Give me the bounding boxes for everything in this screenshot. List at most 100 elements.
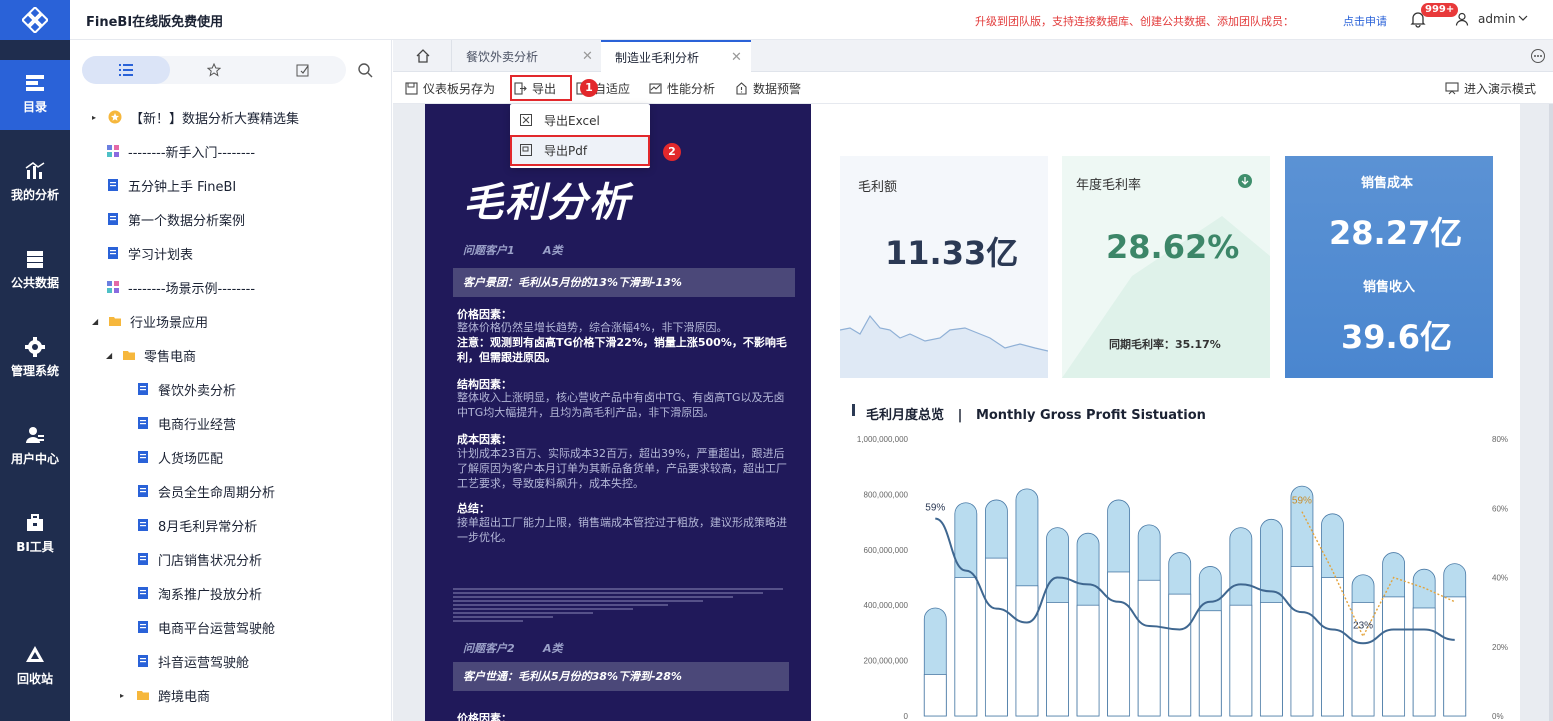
tab-manufacturing-gross-profit[interactable]: 制造业毛利分析 ✕	[601, 40, 751, 72]
tree-item[interactable]: --------新手入门--------	[106, 134, 255, 168]
save-as-button[interactable]: 仪表板另存为	[405, 80, 495, 97]
nav-user-center[interactable]: 用户中心	[0, 412, 70, 482]
tree-item-label: 跨境电商	[158, 689, 211, 705]
document-icon	[138, 553, 148, 565]
toolbox-icon	[27, 514, 43, 531]
top-bar: FineBI在线版免费使用 升级到团队版，支持连接数据库、创建公共数据、添加团队…	[0, 0, 1553, 40]
tree-item[interactable]: 电商平台运营驾驶舱	[136, 610, 275, 644]
edit-box-icon[interactable]	[296, 63, 310, 77]
tree-item[interactable]: ◢ 行业场景应用	[92, 304, 208, 338]
home-icon[interactable]	[415, 48, 431, 64]
kpi-gross-profit-card: 毛利额 11.33亿	[840, 156, 1048, 378]
vertical-scrollbar[interactable]	[1549, 104, 1553, 721]
tree-item-label: 抖音运营驾驶舱	[158, 655, 250, 671]
y2-tick-label: 40%	[1492, 574, 1508, 583]
bar-inner	[1443, 596, 1467, 717]
nav-bi-tools[interactable]: BI工具	[0, 500, 70, 570]
tab-restaurant-analysis[interactable]: 餐饮外卖分析 ✕	[451, 40, 601, 72]
tree-item[interactable]: 淘系推广投放分析	[136, 576, 262, 610]
nav-label: BI工具	[16, 540, 54, 554]
close-icon[interactable]: ✕	[582, 49, 593, 64]
catalog-icon	[26, 75, 44, 91]
tree-item[interactable]: 学习计划表	[106, 236, 193, 270]
tree-item[interactable]: 抖音运营驾驶舱	[136, 644, 249, 678]
user-icon[interactable]	[1455, 12, 1469, 26]
app-title: FineBI在线版免费使用	[86, 15, 224, 30]
recycle-icon	[26, 646, 44, 662]
y-tick-label: 400,000,000	[864, 601, 909, 610]
tree-item-label: --------场景示例--------	[128, 281, 256, 297]
presentation-label: 进入演示模式	[1464, 82, 1537, 96]
nav-recycle-bin[interactable]: 回收站	[0, 632, 70, 702]
bar-inner	[1107, 571, 1131, 717]
expand-caret-icon[interactable]: ◢	[92, 317, 102, 326]
folder-icon	[137, 691, 149, 700]
finebi-logo-icon[interactable]	[0, 0, 70, 40]
y-tick-label: 0	[904, 712, 909, 721]
more-icon[interactable]	[1530, 48, 1546, 64]
expand-caret-icon[interactable]: ▸	[92, 113, 102, 122]
summary-heading: 总结：	[457, 502, 490, 515]
tree-item[interactable]: ▸ 【新！】数据分析大赛精选集	[92, 100, 299, 134]
presentation-mode-button[interactable]: 进入演示模式	[1445, 80, 1536, 97]
expand-caret-icon[interactable]: ▸	[120, 691, 130, 700]
tree-item-label: 淘系推广投放分析	[158, 587, 263, 603]
tree-item[interactable]: ▸ 跨境电商	[120, 678, 210, 712]
star-icon[interactable]	[207, 63, 221, 77]
notification-badge: 999+	[1421, 3, 1459, 17]
chart-title-marker	[852, 404, 855, 416]
chevron-down-icon[interactable]	[1517, 12, 1529, 24]
nav-my-analysis[interactable]: 我的分析	[0, 148, 70, 218]
tree-item-label: 第一个数据分析案例	[128, 213, 246, 229]
data-alert-button[interactable]: 数据预警	[735, 80, 801, 97]
tree-item[interactable]: 五分钟上手 FineBI	[106, 168, 236, 202]
tab-label: 制造业毛利分析	[615, 50, 700, 65]
user-name[interactable]: admin	[1478, 12, 1516, 26]
tree-view-tabs	[82, 56, 346, 84]
customer2-grade: A类	[543, 642, 563, 655]
bar-inner	[1412, 607, 1436, 717]
bar-inner	[1015, 585, 1039, 717]
tree-item[interactable]: ◢ 零售电商	[106, 338, 196, 372]
nav-public-data[interactable]: 公共数据	[0, 236, 70, 306]
tree-item-label: 会员全生命周期分析	[158, 485, 276, 501]
tree-item[interactable]: 会员全生命周期分析	[136, 474, 275, 508]
customer1-tag: 问题客户1	[463, 244, 515, 257]
upgrade-promo-text: 升级到团队版，支持连接数据库、创建公共数据、添加团队成员：	[975, 15, 1294, 28]
pdf-highlight-box	[510, 135, 650, 166]
analysis-icon	[25, 162, 45, 179]
tab-bar: 餐饮外卖分析 ✕ 制造业毛利分析 ✕	[393, 40, 1553, 72]
tree-item-label: 8月毛利异常分析	[158, 519, 258, 535]
kpi-gross-value: 11.33亿	[885, 234, 1019, 272]
tab-catalog-list[interactable]	[82, 56, 170, 84]
bar-inner	[1198, 610, 1222, 717]
customer1-grade: A类	[543, 244, 563, 257]
nav-catalog[interactable]: 目录	[0, 60, 70, 130]
customer2-banner: 客户世通：毛利从5月份的38%下滑到-28%	[453, 662, 789, 691]
bar-inner	[1076, 604, 1100, 717]
expand-caret-icon[interactable]: ◢	[106, 351, 116, 360]
monthly-gross-profit-chart: 0 200,000,000 400,000,000 600,000,000 800,00…	[857, 435, 1508, 721]
tree-item[interactable]: 8月毛利异常分析	[136, 508, 257, 542]
performance-button[interactable]: 性能分析	[649, 80, 715, 97]
document-icon	[138, 383, 148, 395]
tree-item[interactable]: 餐饮外卖分析	[136, 372, 236, 406]
bar-inner	[923, 674, 947, 717]
tree-item[interactable]: 第一个数据分析案例	[106, 202, 245, 236]
nav-admin[interactable]: 管理系统	[0, 324, 70, 394]
search-icon[interactable]	[357, 62, 373, 78]
nav-label: 目录	[22, 100, 47, 114]
tree-item[interactable]: 门店销售状况分析	[136, 542, 262, 576]
dashboard: 毛利分析 问题客户1 A类 客户景团：毛利从5月份的13%下滑到-13% 价格因…	[425, 104, 1520, 721]
note-text: 注意：观测到有卤高TG价格下滑22%，销量上涨500%，不影响毛利，但需跟进原因…	[457, 336, 787, 364]
kpi-rate-label: 年度毛利率	[1076, 178, 1142, 193]
tree-item[interactable]: --------场景示例--------	[106, 270, 255, 304]
tree-item[interactable]: 电商行业经营	[136, 406, 236, 440]
group-icon	[107, 281, 119, 293]
nav-label: 管理系统	[10, 364, 59, 378]
apply-link[interactable]: 点击申请	[1343, 13, 1387, 29]
close-icon[interactable]: ✕	[731, 50, 742, 65]
export-excel-item[interactable]: 导出Excel	[512, 106, 648, 134]
tree-item[interactable]: 人货场匹配	[136, 440, 223, 474]
bar-inner	[1321, 577, 1344, 717]
